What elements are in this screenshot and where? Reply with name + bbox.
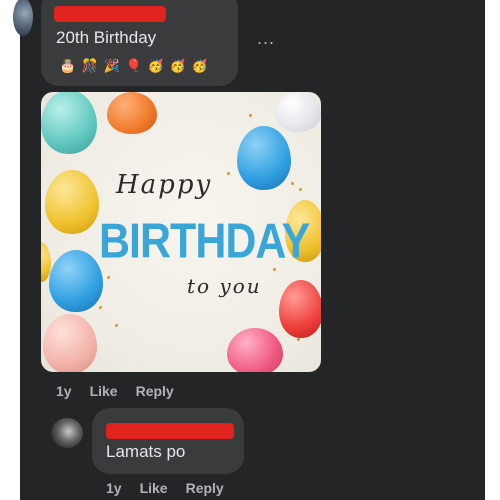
emoji-row: 🎂 🎊 🎉 🎈 🥳 🥳 🥳 (58, 56, 210, 76)
cake-emoji-icon: 🎂 (59, 58, 77, 73)
party-face-emoji-icon: 🥳 (169, 58, 187, 73)
reply-bubble (92, 408, 244, 474)
reply-text: Lamats po (106, 442, 186, 461)
balloon-white-icon (275, 92, 321, 132)
card-to-you-text: to you (187, 274, 262, 298)
balloon-blue-icon (49, 250, 103, 312)
comment-text: 20th Birthday (56, 28, 157, 47)
reply-button[interactable]: Reply (186, 480, 224, 496)
balloon-red-icon (279, 280, 321, 338)
comment-timestamp[interactable]: 1y (56, 383, 72, 399)
like-button[interactable]: Like (140, 480, 168, 496)
redacted-replier-name (106, 423, 234, 439)
party-popper-emoji-icon: 🎉 (103, 58, 121, 73)
card-birthday-text: BIRTHDAY (99, 214, 310, 270)
party-face-emoji-icon: 🥳 (147, 58, 165, 73)
balloon-blue-icon (237, 126, 291, 190)
birthday-card-image[interactable]: Happy BIRTHDAY to you (41, 92, 321, 372)
party-face-emoji-icon: 🥳 (191, 58, 209, 73)
balloon-emoji-icon: 🎈 (125, 58, 143, 73)
like-button[interactable]: Like (90, 383, 118, 399)
balloon-yellow-icon (45, 170, 99, 234)
confetti-ball-emoji-icon: 🎊 (81, 58, 99, 73)
reply-button[interactable]: Reply (136, 383, 174, 399)
balloon-pink-icon (43, 314, 97, 372)
balloon-pink-icon (227, 328, 283, 372)
card-happy-text: Happy (116, 170, 213, 200)
replier-avatar[interactable] (51, 418, 83, 448)
balloon-orange-icon (107, 92, 157, 134)
more-options-icon[interactable]: ... (257, 28, 275, 49)
reply-timestamp[interactable]: 1y (106, 480, 122, 496)
comment-actions: 1y Like Reply (56, 383, 174, 399)
reply-actions: 1y Like Reply (106, 480, 224, 496)
balloon-teal-icon (41, 92, 97, 154)
redacted-commenter-name (54, 6, 166, 22)
